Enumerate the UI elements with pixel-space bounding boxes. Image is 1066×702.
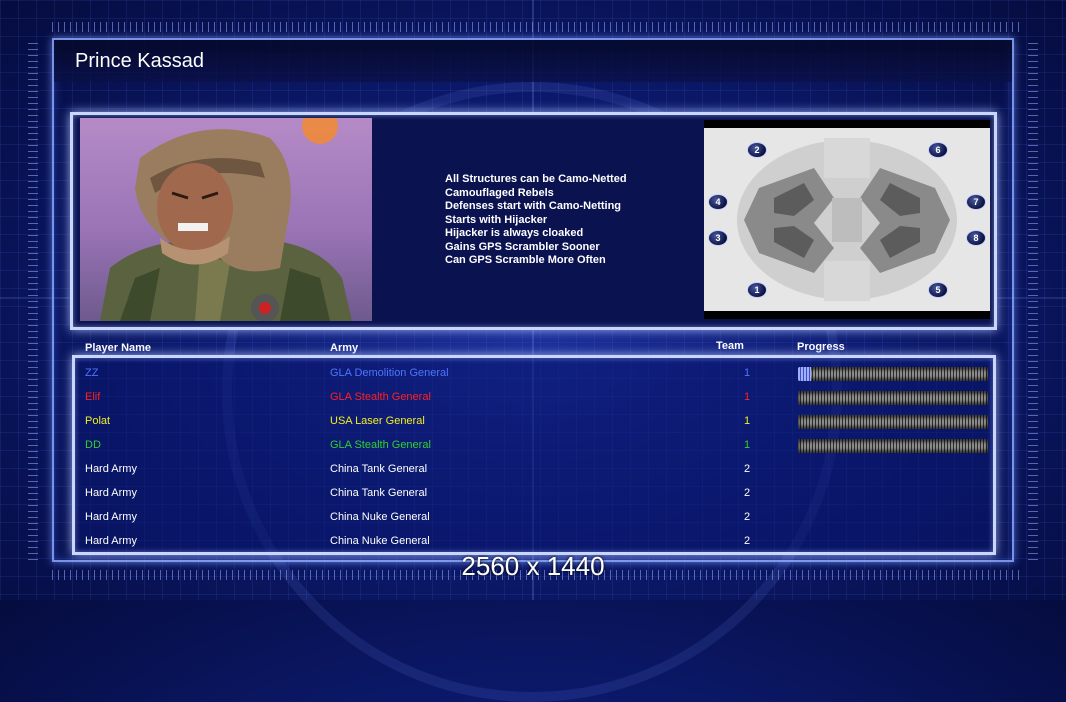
player-name: Elif — [85, 391, 101, 403]
general-title: Prince Kassad — [75, 50, 204, 72]
player-name: ZZ — [85, 367, 99, 379]
player-name: Hard Army — [85, 511, 137, 523]
table-row: Polat USA Laser General 1 — [0, 410, 1066, 434]
map-preview: 2 6 4 7 3 8 1 5 — [704, 120, 990, 319]
player-start-slot: 7 — [966, 194, 986, 210]
player-name: Hard Army — [85, 535, 137, 547]
resolution-label: 2560 x 1440 — [461, 551, 605, 581]
table-row: ZZ GLA Demolition General 1 — [0, 362, 1066, 386]
general-abilities-list: All Structures can be Camo-Netted Camouf… — [445, 173, 627, 268]
ability-text: Defenses start with Camo-Netting — [445, 200, 622, 212]
table-row: DD GLA Stealth General 1 — [0, 434, 1066, 458]
load-progress-fill — [798, 367, 812, 381]
player-army: China Nuke General — [330, 511, 430, 523]
table-row: Hard Army China Tank General 2 — [0, 482, 1066, 506]
load-progress-bar — [798, 415, 988, 429]
player-team: 2 — [744, 511, 751, 523]
ability-text: All Structures can be Camo-Netted — [445, 173, 627, 185]
player-name: DD — [85, 439, 101, 451]
load-progress-bar — [798, 439, 988, 453]
ability-text: Can GPS Scramble More Often — [445, 254, 606, 266]
player-team: 1 — [744, 391, 751, 403]
header-player-name: Player Name — [85, 342, 152, 354]
player-start-slot: 3 — [708, 230, 728, 246]
ruler-top — [52, 22, 1022, 32]
table-row: Hard Army China Nuke General 2 — [0, 506, 1066, 530]
table-row: Hard Army China Tank General 2 — [0, 458, 1066, 482]
player-name: Hard Army — [85, 487, 137, 499]
header-team: Team — [716, 340, 744, 352]
ability-text: Gains GPS Scrambler Sooner — [445, 240, 600, 253]
player-team: 1 — [744, 367, 751, 379]
player-army: GLA Stealth General — [330, 439, 431, 451]
header-progress: Progress — [797, 341, 845, 353]
player-name: Polat — [85, 415, 111, 427]
player-start-slot: 1 — [747, 282, 767, 298]
player-army: GLA Stealth General — [330, 391, 431, 403]
player-start-slot: 2 — [747, 142, 767, 158]
player-name: Hard Army — [85, 463, 137, 475]
player-team: 1 — [744, 415, 751, 427]
player-start-slot: 5 — [928, 282, 948, 298]
player-team: 2 — [744, 487, 751, 499]
player-start-slot: 8 — [966, 230, 986, 246]
map-terrain: 2 6 4 7 3 8 1 5 — [704, 128, 990, 311]
player-army: USA Laser General — [330, 415, 425, 427]
player-army: China Tank General — [330, 487, 428, 499]
general-portrait — [80, 118, 372, 321]
table-row: Elif GLA Stealth General 1 — [0, 386, 1066, 410]
load-progress-bar — [798, 391, 988, 405]
player-team: 1 — [744, 439, 751, 451]
ability-text: Hijacker is always cloaked — [445, 227, 584, 239]
load-progress-bar — [798, 367, 988, 381]
player-army: China Tank General — [330, 463, 428, 475]
player-team: 2 — [744, 463, 751, 475]
player-army: China Nuke General — [330, 535, 430, 547]
player-army: GLA Demolition General — [330, 367, 449, 379]
player-start-slot: 6 — [928, 142, 948, 158]
ability-text: Starts with Hijacker — [445, 213, 548, 226]
ability-text: Camouflaged Rebels — [445, 186, 554, 199]
header-army: Army — [330, 342, 359, 354]
player-team: 2 — [744, 535, 751, 547]
player-start-slot: 4 — [708, 194, 728, 210]
